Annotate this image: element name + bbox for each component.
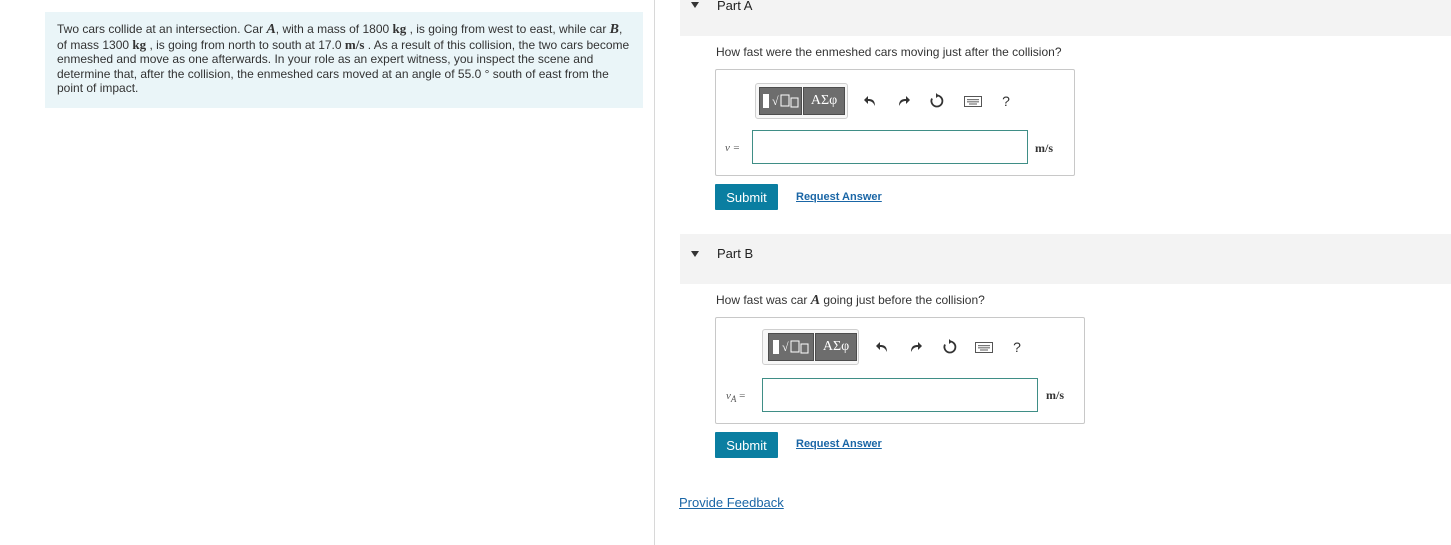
part-b-answer-input[interactable]	[762, 378, 1038, 412]
redo-icon[interactable]	[907, 338, 925, 356]
part-b-question: How fast was car A going just before the…	[716, 293, 985, 309]
variable-label: v =	[725, 142, 741, 154]
provide-feedback-link[interactable]: Provide Feedback	[679, 495, 784, 510]
variable-symbol: B	[609, 22, 620, 37]
keyboard-icon[interactable]	[974, 338, 994, 356]
problem-text-segment: , is going from north to south at 17.0	[146, 37, 345, 52]
undo-icon[interactable]	[861, 92, 879, 110]
problem-text-segment: , with a mass of 1800	[275, 22, 393, 36]
part-a-submit-button[interactable]: Submit	[715, 184, 778, 210]
collapse-caret-icon[interactable]	[691, 251, 699, 257]
variable-label: vA =	[726, 390, 745, 404]
unit-symbol: kg	[132, 36, 147, 52]
part-b-answer-box: √ ΑΣφ ? vA = m/s	[715, 317, 1085, 424]
part-a-question: How fast were the enmeshed cars moving j…	[716, 45, 1062, 59]
math-toolbar: √ ΑΣφ ?	[755, 83, 1035, 119]
part-a-title: Part A	[717, 0, 753, 13]
reset-icon[interactable]	[928, 92, 946, 110]
unit-symbol: m/s	[344, 36, 365, 52]
keyboard-icon[interactable]	[963, 92, 983, 110]
variable-equals: =	[736, 390, 746, 402]
problem-statement: Two cars collide at an intersection. Car…	[45, 12, 643, 108]
templates-icon[interactable]: √	[759, 87, 802, 115]
templates-icon[interactable]: √	[768, 333, 814, 361]
unit-symbol: kg	[392, 21, 407, 36]
part-b-title: Part B	[717, 246, 754, 261]
pane-divider	[654, 0, 655, 545]
symbols-button[interactable]: ΑΣφ	[803, 87, 845, 115]
unit-label: m/s	[1046, 388, 1064, 402]
reset-icon[interactable]	[941, 338, 959, 356]
svg-text:√: √	[782, 340, 789, 354]
unit-label: m/s	[1035, 141, 1053, 155]
toolbar-group: √ ΑΣφ	[762, 329, 859, 365]
collapse-caret-icon[interactable]	[691, 2, 699, 8]
problem-text-segment: Two cars collide at an intersection. Car	[57, 22, 267, 36]
redo-icon[interactable]	[895, 92, 913, 110]
svg-text:√: √	[772, 94, 779, 108]
question-text: going just before the collision?	[820, 293, 985, 307]
variable-symbol: A	[266, 22, 276, 37]
part-b-request-answer-link[interactable]: Request Answer	[796, 438, 882, 450]
help-icon[interactable]: ?	[1008, 338, 1026, 356]
question-variable: A	[810, 293, 821, 308]
part-a-answer-box: √ ΑΣφ ? v = m/s	[715, 69, 1075, 176]
problem-text: Two cars collide at an intersection. Car…	[57, 21, 629, 95]
math-toolbar: √ ΑΣφ ?	[762, 329, 1042, 365]
part-b-header[interactable]: Part B	[680, 234, 1451, 284]
undo-icon[interactable]	[873, 338, 891, 356]
part-a-answer-input[interactable]	[752, 130, 1028, 164]
symbols-button[interactable]: ΑΣφ	[815, 333, 857, 361]
part-b-submit-button[interactable]: Submit	[715, 432, 778, 458]
toolbar-group: √ ΑΣφ	[755, 83, 848, 119]
part-a-header[interactable]: Part A	[680, 0, 1451, 36]
part-a-request-answer-link[interactable]: Request Answer	[796, 191, 882, 203]
question-text: How fast was car	[716, 293, 811, 307]
help-icon[interactable]: ?	[997, 92, 1015, 110]
problem-text-segment: , is going from west to east, while car	[406, 22, 610, 36]
